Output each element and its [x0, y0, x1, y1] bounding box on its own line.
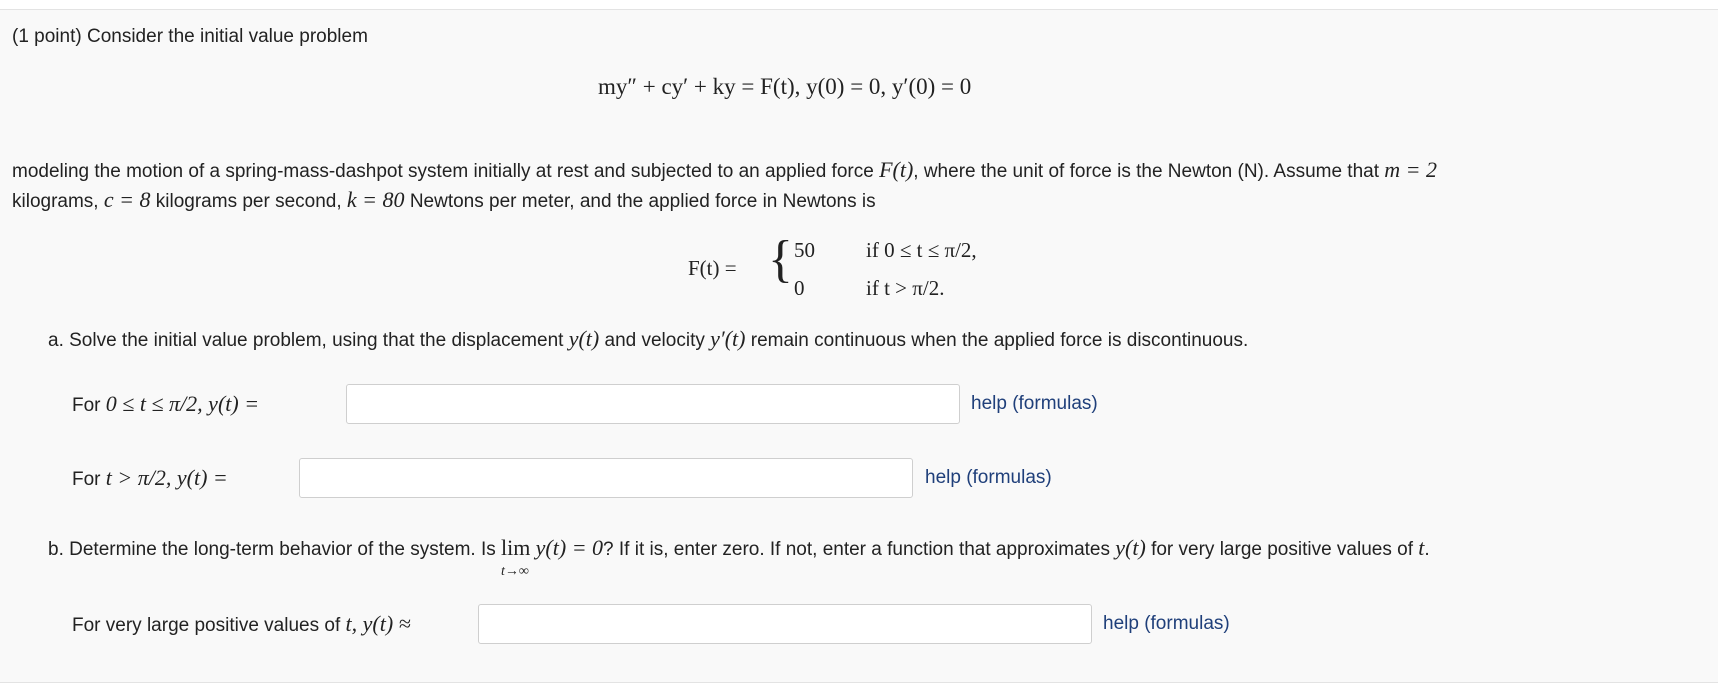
description-text: kilograms, — [12, 191, 99, 212]
answer-label-text: For — [72, 395, 101, 416]
description-text: modeling the motion of a spring-mass-das… — [12, 161, 874, 182]
help-formulas-link-1[interactable]: help (formulas) — [971, 393, 1098, 415]
answer-label-text: For — [72, 469, 101, 490]
piecewise-brace: { — [768, 231, 793, 288]
answer-3-input[interactable] — [478, 604, 1092, 644]
bottom-divider — [0, 682, 1718, 683]
case2-value: 0 — [794, 276, 805, 300]
description-text: , where the unit of force is the Newton … — [913, 161, 1379, 182]
part-b-text: . — [1424, 539, 1430, 560]
case2-condition: if t > π/2. — [866, 276, 945, 300]
intro-text: Consider the initial value problem — [86, 26, 368, 47]
limit-condition: y(t) = 0 — [535, 535, 604, 560]
part-b-text: for very large positive values of — [1151, 539, 1413, 560]
case1-value: 50 — [794, 238, 815, 262]
part-b-text: b. Determine the long-term behavior of t… — [48, 539, 496, 560]
answer-3-math: , y(t) ≈ — [351, 611, 411, 636]
answer-1-label: For 0 ≤ t ≤ π/2, y(t) = — [72, 392, 259, 418]
piecewise-lhs: F(t) = — [688, 256, 737, 280]
damping-value: c = 8 — [103, 187, 151, 212]
problem-header: (1 point) Consider the initial value pro… — [12, 25, 368, 49]
limit-subscript: t→∞ — [501, 564, 529, 579]
spring-constant-value: k = 80 — [346, 187, 405, 212]
answer-2-label: For t > π/2, y(t) = — [72, 466, 228, 492]
answer-2-input[interactable] — [299, 458, 913, 498]
ivp-equation: my″ + cy′ + ky = F(t), y(0) = 0, y′(0) =… — [598, 74, 972, 99]
displacement-symbol: y(t) — [568, 326, 600, 351]
part-a-text: a. Solve the initial value problem, usin… — [48, 330, 564, 351]
mass-value: m = 2 — [1384, 157, 1438, 182]
description-text: kilograms per second, — [155, 191, 342, 212]
part-b-text: ? If it is, enter zero. If not, enter a … — [603, 539, 1110, 560]
part-a-prompt: a. Solve the initial value problem, usin… — [48, 327, 1248, 353]
answer-3-label: For very large positive values of t, y(t… — [72, 612, 411, 638]
case1-condition: if 0 ≤ t ≤ π/2, — [866, 238, 977, 262]
part-b-prompt: b. Determine the long-term behavior of t… — [48, 535, 1430, 580]
answer-1-input[interactable] — [346, 384, 960, 424]
velocity-symbol: y′(t) — [710, 326, 746, 351]
help-formulas-link-3[interactable]: help (formulas) — [1103, 613, 1230, 635]
force-symbol: F(t) — [879, 157, 914, 182]
help-formulas-link-2[interactable]: help (formulas) — [925, 467, 1052, 489]
displacement-symbol: y(t) — [1115, 535, 1146, 560]
limit-expression: lim t→∞ — [501, 535, 531, 580]
part-a-text: remain continuous when the applied force… — [750, 330, 1249, 351]
description-text: Newtons per meter, and the applied force… — [409, 191, 876, 212]
answer-label-text: For very large positive values of — [72, 615, 341, 636]
part-a-text: and velocity — [604, 330, 705, 351]
answer-1-math: 0 ≤ t ≤ π/2, y(t) = — [105, 391, 260, 416]
answer-2-math: t > π/2, y(t) = — [105, 465, 228, 490]
points-label: (1 point) — [12, 26, 82, 47]
description-line-1: modeling the motion of a spring-mass-das… — [12, 158, 1437, 184]
description-line-2: kilograms, c = 8 kilograms per second, k… — [12, 188, 876, 214]
limit-operator: lim — [501, 535, 531, 560]
